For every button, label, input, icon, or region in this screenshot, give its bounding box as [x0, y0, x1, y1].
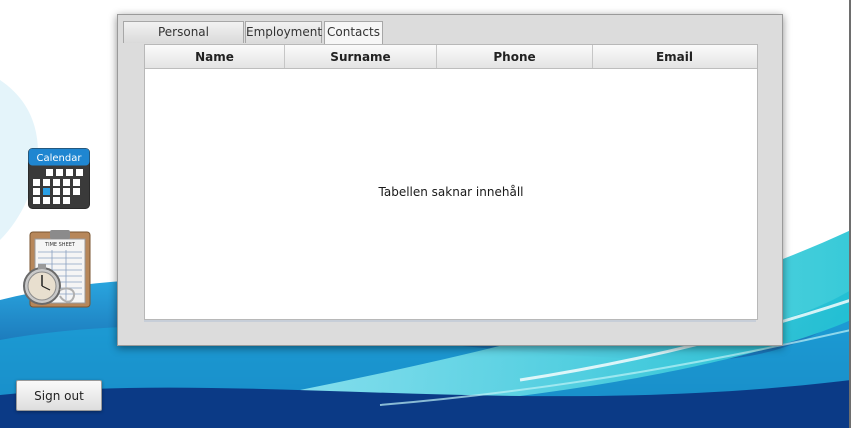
column-header-name[interactable]: Name: [145, 45, 285, 68]
table-bottom-border: [144, 320, 756, 322]
contacts-table[interactable]: Name Surname Phone Email Tabellen saknar…: [144, 44, 758, 320]
sign-out-button[interactable]: Sign out: [16, 380, 102, 411]
table-header: Name Surname Phone Email: [145, 45, 757, 69]
tab-label: Contacts: [327, 25, 380, 39]
contacts-panel: Personal Information Employment Contacts…: [117, 14, 783, 346]
timesheet-icon[interactable]: TIME SHEET: [20, 230, 92, 310]
calendar-icon-label: Calendar: [37, 153, 83, 164]
tab-contacts[interactable]: Contacts: [324, 21, 383, 44]
column-header-phone[interactable]: Phone: [437, 45, 593, 68]
column-header-email[interactable]: Email: [593, 45, 756, 68]
timesheet-icon-label: TIME SHEET: [44, 242, 76, 248]
tab-employment[interactable]: Employment: [245, 21, 322, 43]
tab-personal-information[interactable]: Personal Information: [123, 21, 244, 59]
empty-table-placeholder: Tabellen saknar innehåll: [378, 185, 524, 199]
calendar-icon[interactable]: Calendar: [28, 148, 90, 209]
column-header-surname[interactable]: Surname: [285, 45, 437, 68]
tab-label: Employment: [246, 25, 323, 39]
